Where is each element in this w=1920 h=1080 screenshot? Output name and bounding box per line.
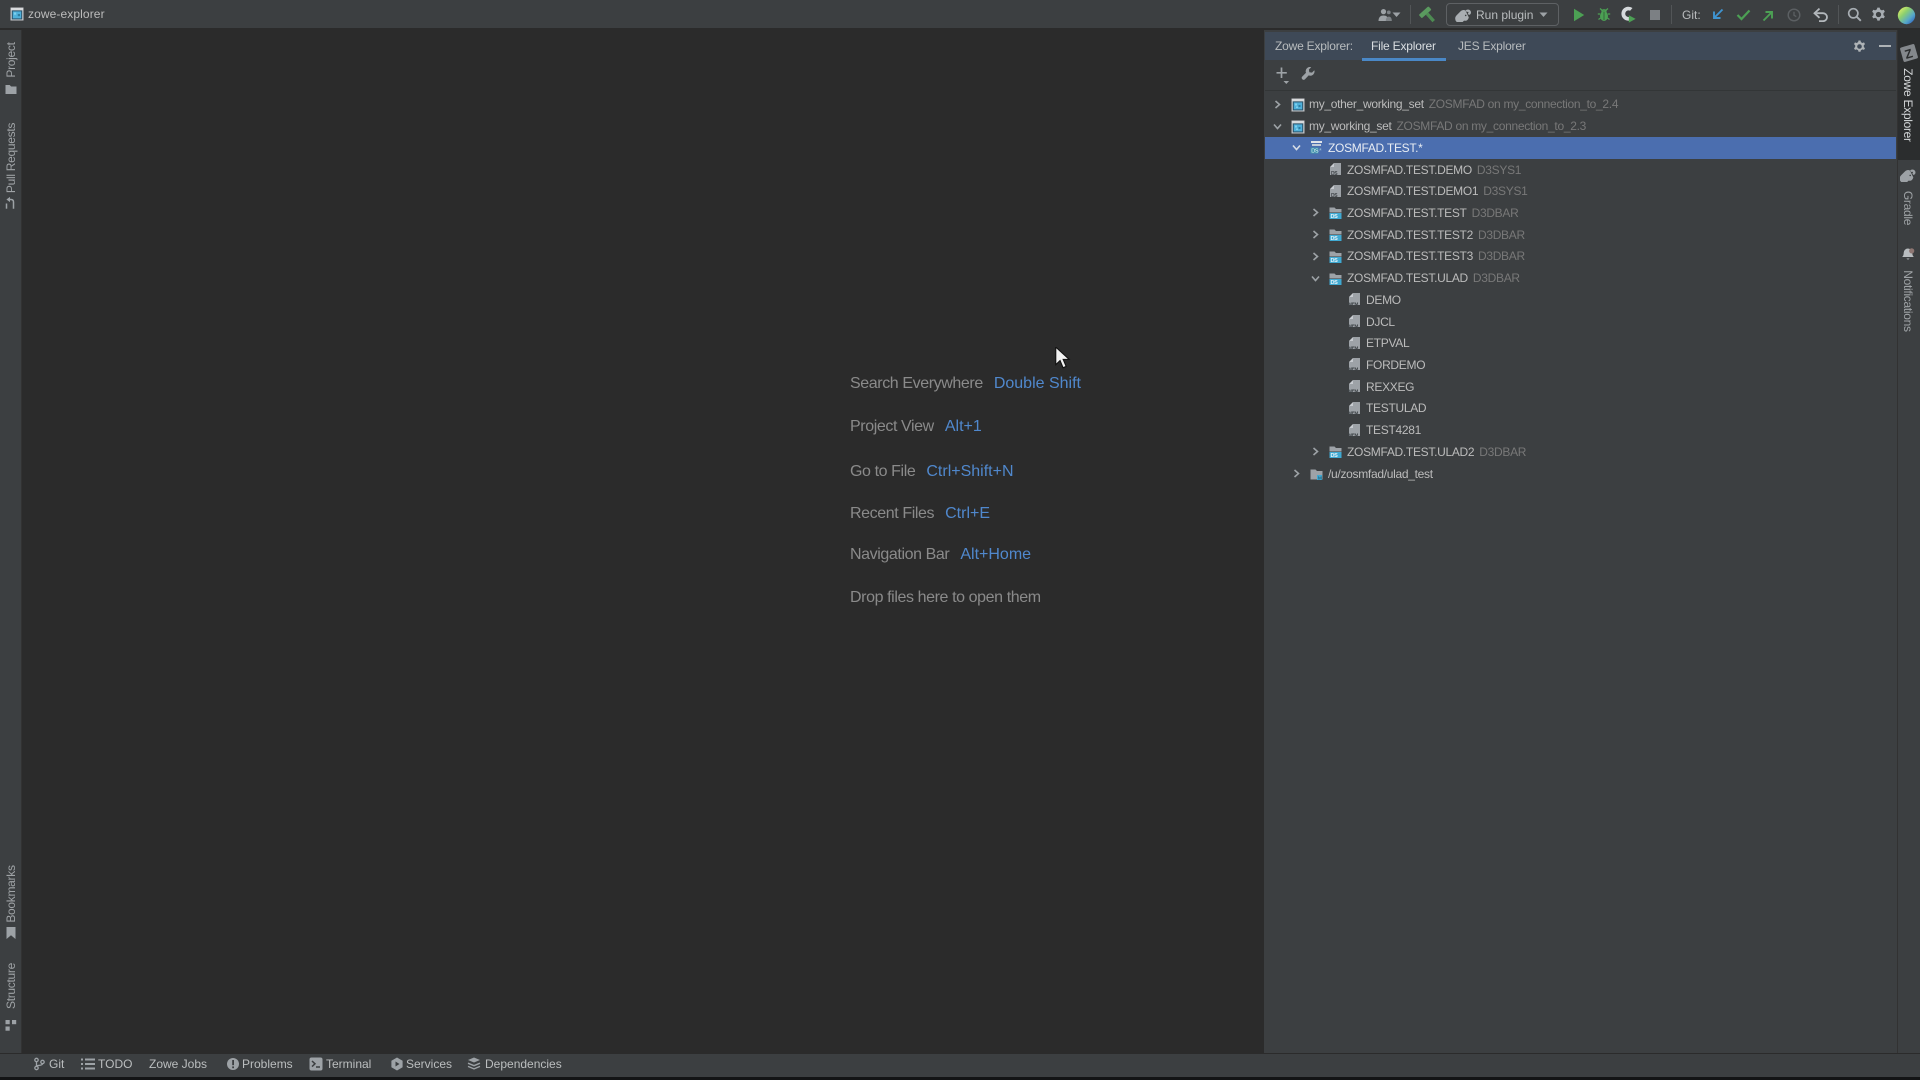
svg-text:MEM: MEM [1348, 324, 1358, 329]
svg-text:MEM: MEM [1348, 389, 1358, 394]
svg-text:DS: DS [1331, 193, 1338, 198]
svg-text:MEM: MEM [1348, 410, 1358, 415]
svg-text:DS: DS [1331, 171, 1338, 176]
svg-text:DS: DS [1331, 453, 1339, 458]
svg-text:MEM: MEM [1348, 345, 1358, 350]
svg-text:MEM: MEM [1348, 302, 1358, 307]
svg-text:DS: DS [1311, 149, 1319, 155]
svg-text:*: * [1319, 148, 1322, 154]
svg-text:DS: DS [1331, 236, 1339, 241]
svg-text:DS: DS [1331, 258, 1339, 263]
svg-text:DS: DS [1331, 280, 1339, 285]
svg-text:MEM: MEM [1348, 432, 1358, 437]
svg-text:DS: DS [1331, 214, 1339, 219]
svg-text:MEM: MEM [1348, 367, 1358, 372]
svg-text:M: M [1318, 476, 1322, 481]
